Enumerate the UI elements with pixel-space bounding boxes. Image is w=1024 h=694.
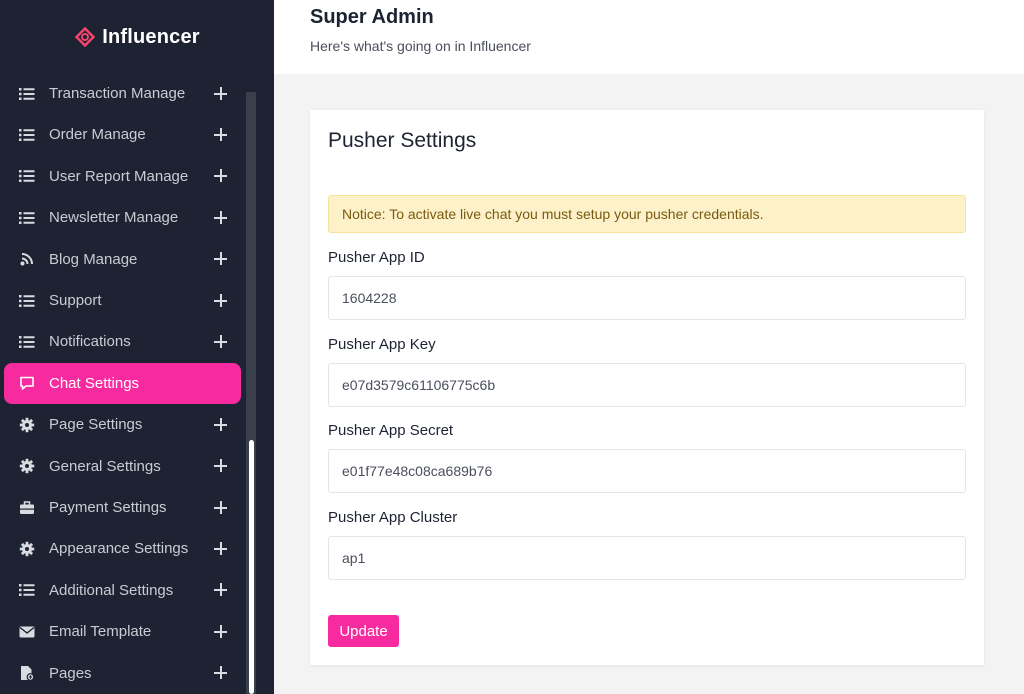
sidebar-item-newsletter-manage[interactable]: Newsletter Manage (4, 197, 241, 238)
gear-icon (19, 417, 35, 433)
sidebar-item-pages[interactable]: Pages (4, 653, 241, 694)
page-header: Super Admin Here's what's going on in In… (274, 0, 1024, 74)
list-icon (19, 86, 35, 102)
sidebar-item-label: Blog Manage (49, 250, 138, 268)
list-icon (19, 168, 35, 184)
expand-plus-icon[interactable] (214, 417, 228, 432)
sidebar-item-general-settings[interactable]: General Settings (4, 446, 241, 487)
pusher-app-cluster-label: Pusher App Cluster (328, 509, 458, 526)
sidebar-item-label: Pages (49, 664, 92, 682)
sidebar-item-chat-settings[interactable]: Chat Settings (4, 362, 241, 404)
pusher-app-key-label: Pusher App Key (328, 336, 436, 353)
list-icon (19, 127, 35, 143)
brand-logo-icon (75, 26, 96, 48)
sidebar-item-support[interactable]: Support (4, 280, 241, 321)
expand-plus-icon[interactable] (214, 334, 228, 349)
sidebar-item-label: Chat Settings (49, 374, 140, 392)
sidebar-item-blog-manage[interactable]: Blog Manage (4, 239, 241, 280)
pusher-app-key-input[interactable] (328, 363, 966, 407)
sidebar-item-email-template[interactable]: Email Template (4, 611, 241, 652)
expand-plus-icon[interactable] (214, 86, 228, 101)
pusher-app-id-label: Pusher App ID (328, 249, 425, 266)
sidebar-item-additional-settings[interactable]: Additional Settings (4, 570, 241, 611)
expand-plus-icon[interactable] (214, 624, 228, 639)
pusher-app-secret-label: Pusher App Secret (328, 422, 454, 439)
sidebar-item-page-settings[interactable]: Page Settings (4, 404, 241, 445)
brand[interactable]: Influencer (0, 0, 274, 74)
expand-plus-icon[interactable] (214, 127, 228, 142)
expand-plus-icon[interactable] (214, 252, 228, 266)
sidebar-item-appearance-settings[interactable]: Appearance Settings (4, 528, 241, 569)
card-title: Pusher Settings (328, 129, 477, 152)
sidebar-item-label: Order Manage (49, 126, 146, 144)
notice-alert: Notice: To activate live chat you must s… (328, 195, 966, 233)
sidebar-item-label: Payment Settings (49, 499, 167, 516)
sidebar-item-label: Notifications (49, 333, 131, 351)
sidebar-scrollbar-thumb[interactable] (249, 440, 254, 694)
expand-plus-icon[interactable] (214, 541, 228, 556)
sidebar-item-label: Support (49, 292, 102, 309)
chat-icon (19, 375, 35, 391)
sidebar-item-label: Email Template (49, 623, 152, 641)
envelope-icon (19, 624, 35, 640)
sidebar-item-label: Additional Settings (49, 581, 174, 599)
update-button[interactable]: Update (328, 615, 399, 647)
list-icon (19, 293, 35, 309)
sidebar-item-label: Page Settings (49, 416, 143, 434)
list-icon (19, 210, 35, 226)
expand-plus-icon[interactable] (214, 666, 228, 680)
pusher-app-secret-input[interactable] (328, 449, 966, 493)
pusher-settings-card: Pusher Settings Notice: To activate live… (310, 110, 984, 665)
sidebar-item-label: Appearance Settings (49, 540, 189, 558)
brand-name: Influencer (102, 25, 200, 48)
expand-plus-icon[interactable] (214, 169, 228, 183)
sidebar-item-label: User Report Manage (49, 167, 189, 185)
expand-plus-icon[interactable] (214, 210, 228, 225)
pusher-app-id-input[interactable] (328, 276, 966, 320)
expand-plus-icon[interactable] (214, 293, 228, 308)
sidebar-item-notifications[interactable]: Notifications (4, 321, 241, 362)
sidebar-item-label: Transaction Manage (49, 85, 186, 102)
page-title: Super Admin (310, 6, 434, 28)
list-icon (19, 334, 35, 350)
file-icon (19, 665, 35, 681)
sidebar-item-user-report-manage[interactable]: User Report Manage (4, 156, 241, 197)
expand-plus-icon[interactable] (214, 459, 228, 473)
page-subtitle: Here's what's going on in Influencer (310, 38, 531, 54)
gear-icon (19, 541, 35, 557)
expand-plus-icon[interactable] (214, 500, 228, 515)
sidebar-item-transaction-manage[interactable]: Transaction Manage (4, 73, 241, 114)
expand-plus-icon[interactable] (214, 583, 228, 597)
blog-icon (19, 251, 35, 267)
list-icon (19, 582, 35, 598)
sidebar-item-order-manage[interactable]: Order Manage (4, 114, 241, 155)
briefcase-icon (19, 500, 35, 516)
sidebar-item-payment-settings[interactable]: Payment Settings (4, 487, 241, 528)
sidebar: Transaction Manage Order Manage User Repor… (0, 0, 274, 694)
sidebar-item-label: Newsletter Manage (49, 209, 179, 227)
gear-icon (19, 458, 35, 474)
pusher-app-cluster-input[interactable] (328, 536, 966, 580)
sidebar-item-label: General Settings (49, 457, 161, 475)
